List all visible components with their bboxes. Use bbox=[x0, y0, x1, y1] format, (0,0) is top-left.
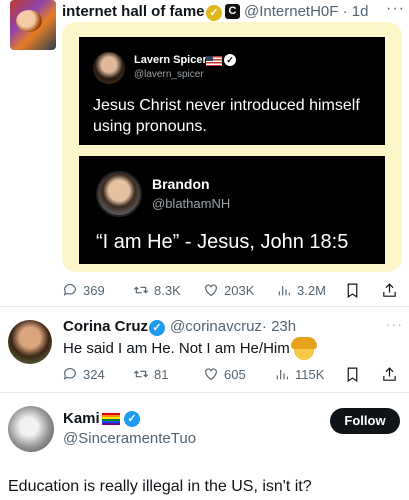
divider bbox=[0, 392, 409, 393]
avatar[interactable] bbox=[8, 406, 54, 452]
reply-icon bbox=[63, 284, 76, 296]
views-icon bbox=[276, 370, 288, 380]
verified-icon: ✓ bbox=[224, 54, 236, 66]
divider bbox=[0, 306, 409, 307]
lavern-name: Lavern Spicer bbox=[134, 54, 207, 66]
lavern-avatar bbox=[93, 52, 125, 84]
handle-text: @corinavcruz bbox=[170, 318, 262, 335]
follow-button[interactable]: Follow bbox=[330, 408, 400, 434]
lavern-tweet-text: Jesus Christ never introduced himself us… bbox=[93, 97, 360, 135]
avatar[interactable] bbox=[8, 320, 52, 364]
bookmark-button[interactable] bbox=[344, 366, 361, 388]
like-button[interactable]: 203K bbox=[203, 282, 254, 298]
lavern-handle: @lavern_spicer bbox=[134, 69, 204, 80]
reply-count: 324 bbox=[83, 366, 105, 382]
share-button[interactable] bbox=[381, 282, 398, 304]
author-handle[interactable]: @InternetH0F · 1d bbox=[244, 3, 368, 20]
handle-text: @InternetH0F bbox=[244, 3, 339, 20]
share-icon bbox=[383, 283, 396, 297]
view-count: 115K bbox=[295, 366, 325, 382]
repost-button[interactable]: 81 bbox=[133, 366, 168, 382]
repost-icon bbox=[133, 286, 149, 294]
views-icon bbox=[278, 286, 290, 296]
author-handle[interactable]: @SinceramenteTuo bbox=[63, 430, 196, 447]
avatar[interactable] bbox=[10, 0, 56, 50]
affiliate-badge: C bbox=[225, 4, 240, 19]
brandon-handle: @blathamNH bbox=[152, 196, 231, 211]
bookmark-button[interactable] bbox=[344, 282, 361, 304]
views-button[interactable]: 115K bbox=[274, 366, 324, 382]
timestamp[interactable]: · 1d bbox=[343, 3, 369, 20]
bookmark-icon bbox=[347, 283, 358, 299]
reply-count: 369 bbox=[83, 282, 105, 298]
repost-icon bbox=[133, 370, 149, 378]
like-button[interactable]: 605 bbox=[203, 366, 246, 382]
bookmark-icon bbox=[347, 367, 358, 383]
like-count: 203K bbox=[224, 282, 255, 298]
gold-verified-icon: ✓ bbox=[206, 5, 222, 21]
brandon-tweet-text: “I am He” - Jesus, John 18:5 bbox=[96, 231, 349, 253]
reply-button[interactable]: 324 bbox=[62, 366, 105, 382]
repost-count: 81 bbox=[154, 366, 169, 382]
reply-icon bbox=[63, 368, 76, 380]
timestamp[interactable]: · 23h bbox=[262, 318, 296, 335]
views-button[interactable]: 3.2M bbox=[276, 282, 326, 298]
us-flag-icon bbox=[206, 56, 222, 66]
share-icon bbox=[383, 367, 396, 381]
repost-count: 8.3K bbox=[154, 282, 181, 298]
reply-text: He said I am He. Not I am He/Him bbox=[63, 340, 290, 357]
verified-icon: ✓ bbox=[124, 411, 140, 427]
repost-button[interactable]: 8.3K bbox=[133, 282, 181, 298]
brandon-name: Brandon bbox=[152, 176, 210, 192]
author-name[interactable]: Corina Cruz bbox=[63, 318, 148, 335]
reply-text: Education is really illegal in the US, i… bbox=[8, 478, 312, 495]
brandon-avatar bbox=[96, 171, 142, 217]
author-name[interactable]: Kami bbox=[63, 410, 100, 427]
share-button[interactable] bbox=[381, 366, 398, 388]
more-options-icon[interactable]: ··· bbox=[386, 0, 405, 18]
heart-icon bbox=[205, 368, 217, 381]
more-options-icon[interactable]: ··· bbox=[386, 316, 403, 332]
reply-button[interactable]: 369 bbox=[62, 282, 105, 298]
author-handle[interactable]: @corinavcruz· 23h bbox=[170, 318, 296, 335]
like-count: 605 bbox=[224, 366, 246, 382]
verified-icon: ✓ bbox=[149, 320, 165, 336]
heart-icon bbox=[205, 284, 217, 297]
rainbow-flag-icon bbox=[102, 413, 120, 425]
author-name[interactable]: internet hall of fame bbox=[62, 3, 205, 20]
facepalm-emoji-icon bbox=[291, 337, 317, 360]
view-count: 3.2M bbox=[297, 282, 326, 298]
